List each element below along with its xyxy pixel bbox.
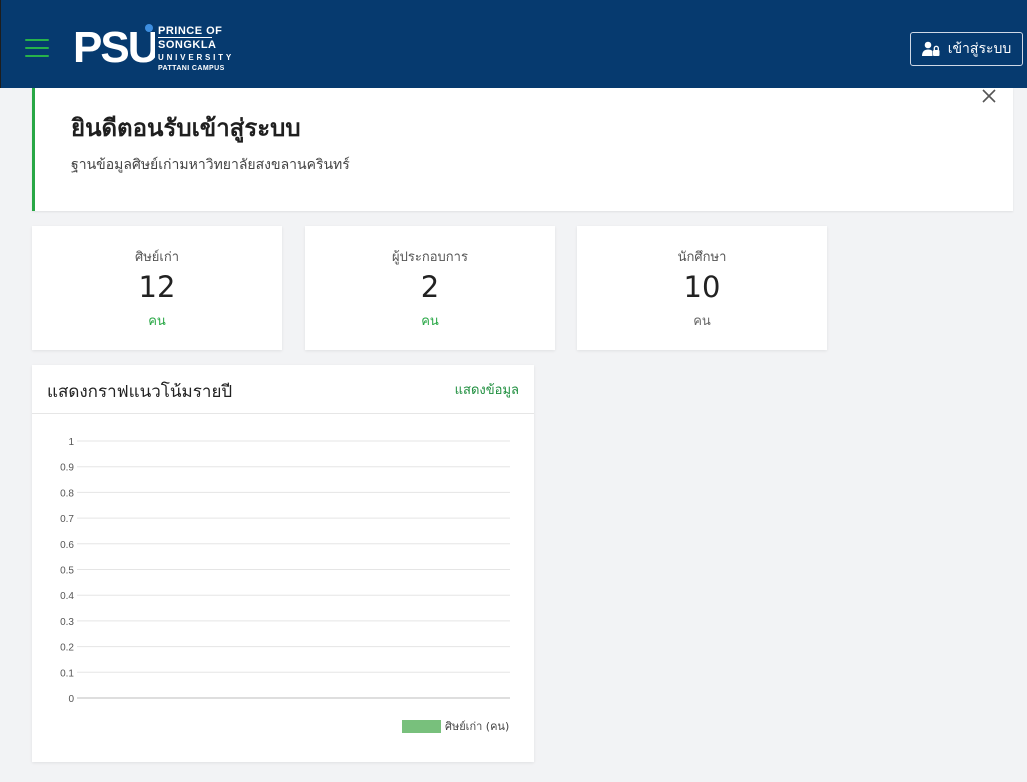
- login-button-label: เข้าสู่ระบบ: [947, 41, 1012, 57]
- user-lock-icon: [921, 41, 940, 56]
- psu-logo[interactable]: PSU PRINCE OF SONGKLA UNIVERSITY PATTANI…: [73, 22, 231, 78]
- top-navbar: PSU PRINCE OF SONGKLA UNIVERSITY PATTANI…: [0, 0, 1027, 88]
- legend-swatch[interactable]: [402, 720, 441, 733]
- welcome-title: ยินดีตอนรับเข้าสู่ระบบ: [71, 114, 301, 142]
- stat-unit: คน: [693, 314, 711, 329]
- show-data-link[interactable]: แสดงข้อมูล: [455, 379, 519, 400]
- chart-card-title: แสดงกราฟแนวโน้มรายปี: [47, 382, 233, 402]
- logo-line-2: SONGKLA: [158, 39, 217, 51]
- y-tick-label: 0.7: [60, 514, 74, 525]
- logo-mark-text: PSU: [73, 23, 155, 68]
- psu-logo-mark: PSU: [73, 23, 155, 68]
- y-tick-label: 0.9: [60, 463, 74, 474]
- stat-value: 12: [138, 270, 176, 304]
- chart-card-header: แสดงกราฟแนวโน้มรายปี แสดงข้อมูล: [32, 365, 534, 414]
- stat-label: นักศึกษา: [677, 250, 727, 265]
- y-tick-label: 0.6: [60, 540, 74, 551]
- y-tick-label: 0: [68, 694, 74, 705]
- stat-unit: คน: [148, 314, 166, 329]
- y-tick-label: 0.2: [60, 643, 74, 654]
- logo-line-3: UNIVERSITY: [158, 53, 235, 62]
- stat-card-entrepreneurs: ผู้ประกอบการ 2 คน: [305, 226, 555, 350]
- logo-line-1: PRINCE OF: [158, 25, 223, 37]
- welcome-subtitle: ฐานข้อมูลศิษย์เก่ามหาวิทยาลัยสงขลานครินท…: [71, 157, 350, 173]
- trend-line-chart: 0 0.1 0.2 0.3 0.4 0.5 0.6 0.7 0.8 0.9 1 ศิษย์เก่า (…: [60, 437, 510, 733]
- y-tick-label: 0.4: [60, 591, 74, 602]
- y-tick-label: 0.8: [60, 488, 74, 499]
- y-tick-label: 1: [68, 437, 74, 448]
- menu-toggle-icon[interactable]: [25, 39, 49, 59]
- stat-card-students: นักศึกษา 10 คน: [577, 226, 827, 350]
- stat-label: ผู้ประกอบการ: [392, 250, 468, 265]
- stat-unit: คน: [421, 314, 439, 329]
- y-tick-label: 0.3: [60, 617, 74, 628]
- trend-chart-card: แสดงกราฟแนวโน้มรายปี แสดงข้อมูล 0 0.1 0.2 0…: [32, 365, 534, 762]
- legend-label[interactable]: ศิษย์เก่า (คน): [445, 720, 509, 733]
- stat-label: ศิษย์เก่า: [134, 250, 180, 265]
- welcome-alert: ยินดีตอนรับเข้าสู่ระบบ ฐานข้อมูลศิษย์เก่…: [32, 88, 1013, 211]
- login-button[interactable]: เข้าสู่ระบบ: [910, 32, 1023, 66]
- y-tick-label: 0.1: [60, 668, 74, 679]
- logo-line-4: PATTANI CAMPUS: [158, 65, 225, 72]
- stat-value: 10: [683, 270, 721, 304]
- close-icon[interactable]: [979, 86, 999, 106]
- y-tick-label: 0.5: [60, 566, 74, 577]
- logo-wordmark: PRINCE OF SONGKLA UNIVERSITY PATTANI CAM…: [158, 26, 234, 74]
- stat-card-alumni: ศิษย์เก่า 12 คน: [32, 226, 282, 350]
- stat-value: 2: [420, 270, 440, 304]
